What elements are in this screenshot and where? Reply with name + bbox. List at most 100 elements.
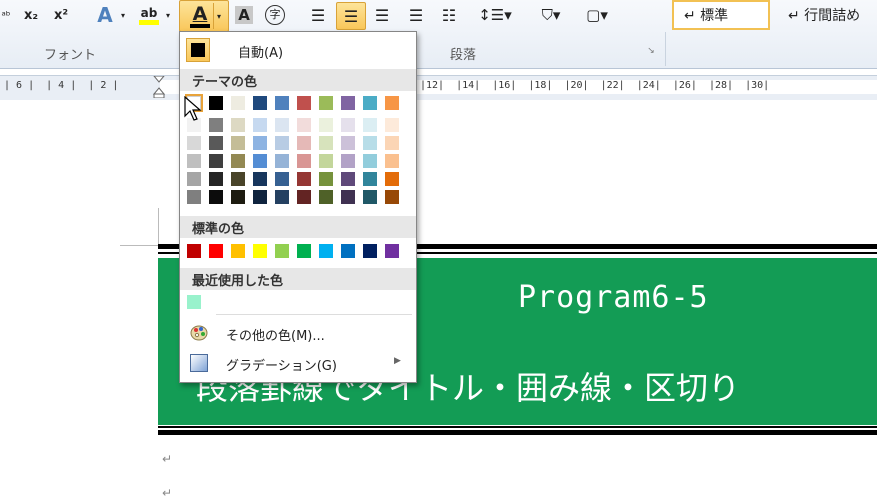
char-shading-button[interactable]: A [233,2,255,28]
theme-color-swatch[interactable] [319,96,333,110]
standard-color-swatch[interactable] [385,244,399,258]
borders-icon[interactable]: ▢▾ [580,2,614,28]
theme-color-swatch[interactable] [341,190,355,204]
theme-color-swatch[interactable] [187,172,201,186]
theme-color-swatch[interactable] [187,136,201,150]
theme-color-swatch[interactable] [253,96,267,110]
theme-color-swatch[interactable] [319,172,333,186]
theme-color-swatch[interactable] [341,154,355,168]
theme-color-swatch[interactable] [297,96,311,110]
highlight-button[interactable]: ab [136,2,162,28]
recent-colors-header: 最近使用した色 [180,268,416,290]
shading-bucket-icon[interactable]: ⛉▾ [534,2,568,28]
theme-color-swatch[interactable] [209,118,223,132]
standard-color-swatch[interactable] [187,244,201,258]
more-colors-item[interactable]: その他の色(M)... [180,320,416,346]
gradient-item[interactable]: グラデーション(G) ▶ [180,350,416,376]
theme-color-swatch[interactable] [297,118,311,132]
subscript-button[interactable]: x₂ [18,2,44,28]
theme-color-swatch[interactable] [253,190,267,204]
theme-color-swatch[interactable] [385,118,399,132]
theme-color-swatch[interactable] [209,190,223,204]
theme-color-swatch[interactable] [363,172,377,186]
theme-color-swatch[interactable] [231,136,245,150]
font-color-button[interactable]: A ▾ [179,0,229,32]
theme-color-swatch[interactable] [341,96,355,110]
line-spacing-icon[interactable]: ↕☰▾ [478,2,512,28]
paragraph-mark: ↵ [162,452,173,466]
align-left-icon[interactable]: ☰ [306,2,330,28]
theme-color-swatch[interactable] [385,190,399,204]
theme-color-swatch[interactable] [253,118,267,132]
theme-color-swatch[interactable] [231,190,245,204]
theme-color-swatch[interactable] [297,190,311,204]
theme-color-swatch[interactable] [231,172,245,186]
theme-color-swatch[interactable] [385,136,399,150]
theme-color-swatch[interactable] [363,154,377,168]
theme-color-swatch[interactable] [275,96,289,110]
theme-color-swatch[interactable] [231,154,245,168]
standard-color-swatch[interactable] [253,244,267,258]
theme-color-swatch[interactable] [341,118,355,132]
theme-color-swatch[interactable] [319,136,333,150]
theme-color-swatch[interactable] [209,172,223,186]
theme-color-swatch[interactable] [275,118,289,132]
ruler-numbers-right: |12| |14| |16| |18| |20| |22| |24| |26| … [420,80,770,91]
standard-color-swatch[interactable] [363,244,377,258]
standard-color-swatch[interactable] [275,244,289,258]
theme-color-swatch[interactable] [363,96,377,110]
align-right-icon[interactable]: ☰ [370,2,394,28]
theme-color-swatch[interactable] [319,154,333,168]
theme-color-swatch[interactable] [275,154,289,168]
theme-color-swatch[interactable] [275,136,289,150]
theme-color-swatch[interactable] [275,190,289,204]
theme-color-swatch[interactable] [385,154,399,168]
theme-color-swatch[interactable] [297,136,311,150]
theme-color-swatch[interactable] [319,118,333,132]
theme-color-swatch[interactable] [209,154,223,168]
theme-color-swatch[interactable] [253,172,267,186]
theme-color-swatch[interactable] [341,136,355,150]
font-color-bar [189,24,210,28]
style-normal[interactable]: ↵ 標準 [672,0,770,30]
theme-color-swatch[interactable] [319,190,333,204]
superscript-button[interactable]: x² [48,2,74,28]
theme-color-swatch[interactable] [187,154,201,168]
theme-color-swatch[interactable] [363,190,377,204]
style-nospacing[interactable]: ↵ 行間詰め [778,0,877,30]
align-center-icon[interactable]: ☰ [336,2,366,30]
theme-color-swatch[interactable] [385,96,399,110]
text-effects-dropdown-icon[interactable]: ▾ [118,2,128,28]
theme-color-swatch[interactable] [385,172,399,186]
theme-color-swatch[interactable] [253,136,267,150]
theme-color-swatch[interactable] [253,154,267,168]
enclose-char-label: 字 [265,5,285,25]
theme-color-swatch[interactable] [363,136,377,150]
recent-color-swatch[interactable] [187,295,201,309]
theme-color-swatch[interactable] [297,154,311,168]
enclose-char-button[interactable]: 字 [263,2,287,28]
standard-color-swatch[interactable] [319,244,333,258]
standard-color-swatch[interactable] [297,244,311,258]
theme-color-swatch[interactable] [231,118,245,132]
theme-color-swatch[interactable] [341,172,355,186]
theme-color-swatch[interactable] [209,136,223,150]
standard-color-swatch[interactable] [209,244,223,258]
text-effects-button[interactable]: A [92,2,118,28]
strikethrough-button[interactable]: ᵃᵇ [0,2,12,28]
justify-icon[interactable]: ☰ [404,2,428,28]
theme-color-swatch[interactable] [275,172,289,186]
paragraph-dialog-launcher-icon[interactable]: ↘ [644,44,658,58]
automatic-color-item[interactable]: 自動(A) [180,36,416,64]
theme-color-swatch[interactable] [363,118,377,132]
theme-color-swatch[interactable] [231,96,245,110]
font-color-dropdown-icon[interactable]: ▾ [212,3,221,29]
indent-marker-icon[interactable] [152,75,166,99]
distribute-icon[interactable]: ☷ [436,2,462,28]
theme-color-swatch[interactable] [209,96,223,110]
standard-color-swatch[interactable] [231,244,245,258]
theme-color-swatch[interactable] [187,190,201,204]
theme-color-swatch[interactable] [297,172,311,186]
standard-color-swatch[interactable] [341,244,355,258]
highlight-dropdown-icon[interactable]: ▾ [163,2,173,28]
